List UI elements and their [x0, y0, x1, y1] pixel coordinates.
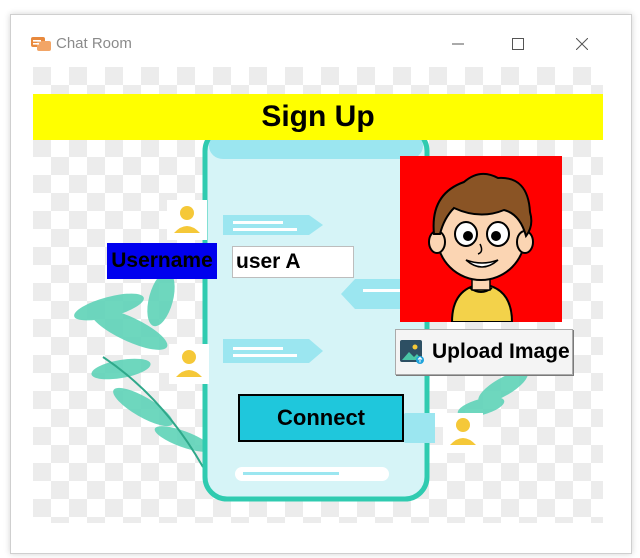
username-label: Username [107, 243, 217, 279]
title-bar[interactable]: Chat Room [11, 15, 631, 59]
minimize-icon [452, 43, 464, 45]
avatar-image [400, 156, 562, 323]
close-icon [576, 38, 588, 50]
username-input[interactable]: user A [232, 246, 354, 278]
image-upload-icon [400, 340, 424, 364]
signup-panel: Sign Up Username user A Upload Image Con… [33, 67, 603, 523]
upload-button-label: Upload Image [432, 340, 570, 363]
connect-button[interactable]: Connect [238, 394, 404, 442]
cartoon-boy-avatar [428, 172, 534, 323]
app-window: Chat Room Sign Up Username user A Upload… [10, 14, 632, 554]
maximize-icon [512, 38, 524, 50]
window-title: Chat Room [56, 35, 132, 52]
minimize-button[interactable] [435, 29, 481, 59]
close-button[interactable] [559, 29, 605, 59]
chat-icon [31, 37, 51, 51]
signup-heading: Sign Up [33, 94, 603, 140]
upload-image-button[interactable]: Upload Image [395, 329, 573, 375]
maximize-button[interactable] [495, 29, 541, 59]
